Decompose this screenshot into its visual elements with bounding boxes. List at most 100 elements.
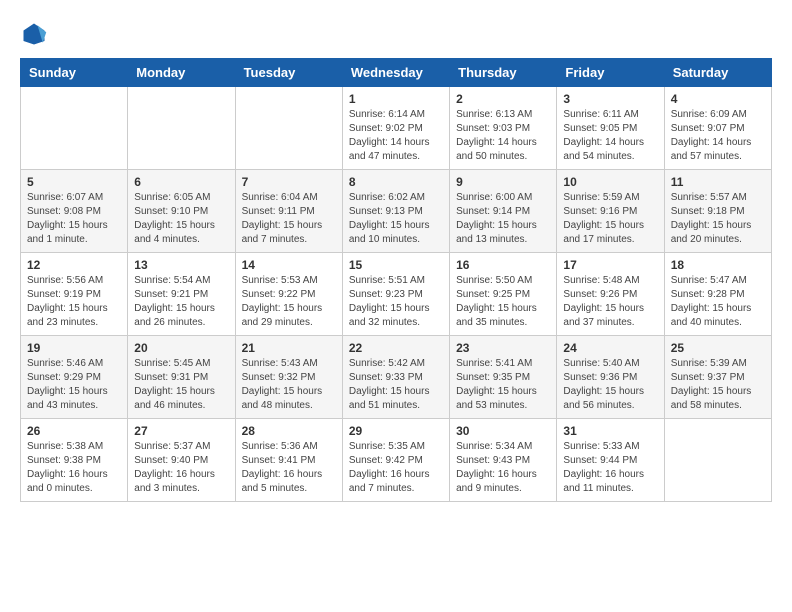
day-number: 31: [563, 424, 657, 438]
calendar-header-row: SundayMondayTuesdayWednesdayThursdayFrid…: [21, 59, 772, 87]
calendar-cell: 3 Sunrise: 6:11 AM Sunset: 9:05 PM Daylig…: [557, 87, 664, 170]
header-day-monday: Monday: [128, 59, 235, 87]
calendar-cell: 8 Sunrise: 6:02 AM Sunset: 9:13 PM Daylig…: [342, 170, 449, 253]
calendar-cell: [128, 87, 235, 170]
day-info: Sunrise: 5:53 AM Sunset: 9:22 PM Dayligh…: [242, 274, 336, 330]
calendar-cell: 11Sunrise: 5:57 AM Sunset: 9:18 PM Dayli…: [664, 170, 771, 253]
calendar-cell: 4Sunrise: 6:09 AM Sunset: 9:07 PM Daylig…: [664, 87, 771, 170]
week-row-5: 26 Sunrise: 5:38 AM Sunset: 9:38 PM Dayli…: [21, 419, 772, 502]
day-info: Sunrise: 5:42 AM Sunset: 9:33 PM Dayligh…: [349, 357, 443, 413]
calendar-cell: 13Sunrise: 5:54 AM Sunset: 9:21 PM Dayli…: [128, 253, 235, 336]
day-info: Sunrise: 5:48 AM Sunset: 9:26 PM Dayligh…: [563, 274, 657, 330]
calendar-cell: 2Sunrise: 6:13 AM Sunset: 9:03 PM Daylig…: [450, 87, 557, 170]
day-number: 22: [349, 341, 443, 355]
day-number: 27: [134, 424, 228, 438]
week-row-1: 1 Sunrise: 6:14 AM Sunset: 9:02 PM Daylig…: [21, 87, 772, 170]
day-info: Sunrise: 5:51 AM Sunset: 9:23 PM Dayligh…: [349, 274, 443, 330]
day-info: Sunrise: 5:41 AM Sunset: 9:35 PM Dayligh…: [456, 357, 550, 413]
header-day-wednesday: Wednesday: [342, 59, 449, 87]
logo: [20, 20, 54, 48]
calendar-cell: 10 Sunrise: 5:59 AM Sunset: 9:16 PM Dayli…: [557, 170, 664, 253]
day-number: 24: [563, 341, 657, 355]
day-info: Sunrise: 5:39 AM Sunset: 9:37 PM Dayligh…: [671, 357, 765, 413]
calendar-cell: 25 Sunrise: 5:39 AM Sunset: 9:37 PM Dayli…: [664, 336, 771, 419]
day-number: 11: [671, 175, 765, 189]
calendar-cell: 22 Sunrise: 5:42 AM Sunset: 9:33 PM Dayli…: [342, 336, 449, 419]
day-number: 10: [563, 175, 657, 189]
day-info: Sunrise: 5:59 AM Sunset: 9:16 PM Dayligh…: [563, 191, 657, 247]
calendar-cell: 27 Sunrise: 5:37 AM Sunset: 9:40 PM Dayli…: [128, 419, 235, 502]
day-info: Sunrise: 6:05 AM Sunset: 9:10 PM Dayligh…: [134, 191, 228, 247]
day-number: 21: [242, 341, 336, 355]
calendar-cell: [21, 87, 128, 170]
header-day-tuesday: Tuesday: [235, 59, 342, 87]
page-header: [20, 20, 772, 48]
calendar-cell: 31Sunrise: 5:33 AM Sunset: 9:44 PM Dayli…: [557, 419, 664, 502]
day-number: 15: [349, 258, 443, 272]
header-day-thursday: Thursday: [450, 59, 557, 87]
day-info: Sunrise: 5:36 AM Sunset: 9:41 PM Dayligh…: [242, 440, 336, 496]
day-number: 29: [349, 424, 443, 438]
day-number: 4: [671, 92, 765, 106]
header-day-sunday: Sunday: [21, 59, 128, 87]
day-number: 5: [27, 175, 121, 189]
calendar-cell: 26 Sunrise: 5:38 AM Sunset: 9:38 PM Dayli…: [21, 419, 128, 502]
week-row-2: 5 Sunrise: 6:07 AM Sunset: 9:08 PM Daylig…: [21, 170, 772, 253]
day-info: Sunrise: 5:35 AM Sunset: 9:42 PM Dayligh…: [349, 440, 443, 496]
day-info: Sunrise: 5:38 AM Sunset: 9:38 PM Dayligh…: [27, 440, 121, 496]
day-number: 28: [242, 424, 336, 438]
week-row-3: 12Sunrise: 5:56 AM Sunset: 9:19 PM Dayli…: [21, 253, 772, 336]
day-number: 20: [134, 341, 228, 355]
calendar-cell: 16 Sunrise: 5:50 AM Sunset: 9:25 PM Dayli…: [450, 253, 557, 336]
day-number: 18: [671, 258, 765, 272]
day-info: Sunrise: 6:14 AM Sunset: 9:02 PM Dayligh…: [349, 108, 443, 164]
day-number: 17: [563, 258, 657, 272]
day-number: 8: [349, 175, 443, 189]
day-info: Sunrise: 5:56 AM Sunset: 9:19 PM Dayligh…: [27, 274, 121, 330]
header-day-friday: Friday: [557, 59, 664, 87]
day-number: 30: [456, 424, 550, 438]
calendar-cell: 23 Sunrise: 5:41 AM Sunset: 9:35 PM Dayli…: [450, 336, 557, 419]
calendar-cell: 18 Sunrise: 5:47 AM Sunset: 9:28 PM Dayli…: [664, 253, 771, 336]
day-number: 19: [27, 341, 121, 355]
calendar-table: SundayMondayTuesdayWednesdayThursdayFrid…: [20, 58, 772, 502]
day-number: 9: [456, 175, 550, 189]
calendar-cell: [664, 419, 771, 502]
day-info: Sunrise: 5:50 AM Sunset: 9:25 PM Dayligh…: [456, 274, 550, 330]
calendar-cell: 1 Sunrise: 6:14 AM Sunset: 9:02 PM Daylig…: [342, 87, 449, 170]
day-info: Sunrise: 6:11 AM Sunset: 9:05 PM Dayligh…: [563, 108, 657, 164]
calendar-cell: 9Sunrise: 6:00 AM Sunset: 9:14 PM Daylig…: [450, 170, 557, 253]
day-number: 14: [242, 258, 336, 272]
calendar-cell: [235, 87, 342, 170]
day-number: 26: [27, 424, 121, 438]
calendar-cell: 14 Sunrise: 5:53 AM Sunset: 9:22 PM Dayli…: [235, 253, 342, 336]
calendar-cell: 20 Sunrise: 5:45 AM Sunset: 9:31 PM Dayli…: [128, 336, 235, 419]
day-info: Sunrise: 5:46 AM Sunset: 9:29 PM Dayligh…: [27, 357, 121, 413]
calendar-cell: 19 Sunrise: 5:46 AM Sunset: 9:29 PM Dayli…: [21, 336, 128, 419]
calendar-cell: 29 Sunrise: 5:35 AM Sunset: 9:42 PM Dayli…: [342, 419, 449, 502]
day-info: Sunrise: 5:40 AM Sunset: 9:36 PM Dayligh…: [563, 357, 657, 413]
day-info: Sunrise: 5:47 AM Sunset: 9:28 PM Dayligh…: [671, 274, 765, 330]
calendar-cell: 28 Sunrise: 5:36 AM Sunset: 9:41 PM Dayli…: [235, 419, 342, 502]
day-number: 1: [349, 92, 443, 106]
day-number: 7: [242, 175, 336, 189]
day-number: 13: [134, 258, 228, 272]
day-info: Sunrise: 6:02 AM Sunset: 9:13 PM Dayligh…: [349, 191, 443, 247]
day-number: 23: [456, 341, 550, 355]
day-number: 25: [671, 341, 765, 355]
week-row-4: 19 Sunrise: 5:46 AM Sunset: 9:29 PM Dayli…: [21, 336, 772, 419]
logo-icon: [20, 20, 48, 48]
day-number: 16: [456, 258, 550, 272]
day-number: 3: [563, 92, 657, 106]
header-day-saturday: Saturday: [664, 59, 771, 87]
day-info: Sunrise: 5:37 AM Sunset: 9:40 PM Dayligh…: [134, 440, 228, 496]
calendar-cell: 6Sunrise: 6:05 AM Sunset: 9:10 PM Daylig…: [128, 170, 235, 253]
calendar-cell: 30Sunrise: 5:34 AM Sunset: 9:43 PM Dayli…: [450, 419, 557, 502]
calendar-cell: 15 Sunrise: 5:51 AM Sunset: 9:23 PM Dayli…: [342, 253, 449, 336]
calendar-cell: 24 Sunrise: 5:40 AM Sunset: 9:36 PM Dayli…: [557, 336, 664, 419]
day-info: Sunrise: 5:43 AM Sunset: 9:32 PM Dayligh…: [242, 357, 336, 413]
calendar-cell: 7 Sunrise: 6:04 AM Sunset: 9:11 PM Daylig…: [235, 170, 342, 253]
day-info: Sunrise: 6:04 AM Sunset: 9:11 PM Dayligh…: [242, 191, 336, 247]
day-info: Sunrise: 5:45 AM Sunset: 9:31 PM Dayligh…: [134, 357, 228, 413]
day-info: Sunrise: 6:07 AM Sunset: 9:08 PM Dayligh…: [27, 191, 121, 247]
